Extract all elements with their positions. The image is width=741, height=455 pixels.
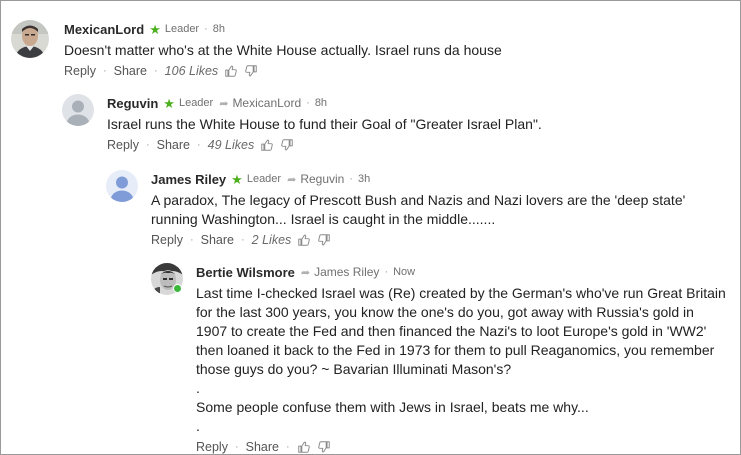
avatar[interactable] [11, 20, 49, 58]
reply-arrow-icon: ➦ [287, 173, 297, 186]
comment-text: Israel runs the White House to fund thei… [107, 115, 727, 134]
leader-badge: Leader [164, 23, 200, 35]
separator-dot: · [204, 23, 208, 35]
comment-james-riley: James Riley ★ Leader ➦ Reguvin · 3h A pa… [106, 170, 732, 250]
comment-author[interactable]: Bertie Wilsmore [196, 265, 295, 280]
comment-actions: Reply · Share · 49 Likes [107, 136, 727, 154]
comment-line: running Washington... Israel is caught i… [151, 211, 496, 227]
separator-dot: · [306, 97, 310, 109]
comment-line: . [196, 418, 200, 434]
comment-line: . [196, 380, 200, 396]
separator-dot: · [384, 266, 389, 278]
separator-dot: · [197, 139, 201, 151]
thumbs-up-icon[interactable] [224, 64, 238, 78]
comment-line: those guys do you? ~ Bavarian Illuminati… [196, 361, 512, 377]
comment-author[interactable]: Reguvin [107, 96, 158, 111]
thumbs-down-icon[interactable] [317, 440, 331, 454]
separator-dot: · [154, 65, 158, 77]
reply-arrow-icon: ➦ [300, 266, 311, 279]
separator-dot: · [241, 234, 245, 246]
avatar[interactable] [62, 94, 94, 126]
separator-dot: · [145, 139, 150, 151]
thumbs-down-icon[interactable] [280, 138, 294, 152]
likes-count[interactable]: 49 Likes [208, 138, 255, 152]
comment-line: then loaned it back to the Fed in 1973 f… [196, 342, 715, 358]
comment-line: 1907 to create the Fed and then financed… [196, 323, 707, 339]
comment-reguvin: Reguvin ★ Leader ➦ MexicanLord · 8h Isra… [62, 94, 732, 158]
comment-line: Some people confuse them with Jews in Is… [196, 399, 589, 415]
reply-to-link[interactable]: MexicanLord [232, 96, 301, 110]
reply-button[interactable]: Reply [107, 138, 139, 152]
likes-count[interactable]: 2 Likes [252, 233, 292, 247]
comment-line: Doesn't matter who's at the White House … [64, 42, 502, 58]
comment-time[interactable]: 3h [358, 173, 370, 185]
share-button[interactable]: Share [157, 138, 190, 152]
reply-button[interactable]: Reply [196, 440, 228, 454]
separator-dot: · [102, 65, 107, 77]
star-icon: ★ [149, 21, 161, 37]
share-button[interactable]: Share [201, 233, 234, 247]
comment-actions: Reply · Share · 106 Likes [64, 62, 724, 80]
comment-text: Last time I-checked Israel was (Re) crea… [196, 284, 731, 436]
comment-time[interactable]: Now [393, 266, 415, 278]
online-status-dot [173, 284, 182, 293]
star-icon: ★ [163, 95, 175, 111]
reply-to-link[interactable]: James Riley [314, 265, 379, 279]
share-button[interactable]: Share [114, 64, 147, 78]
comment-time[interactable]: 8h [213, 23, 225, 35]
comment-author[interactable]: MexicanLord [64, 22, 144, 37]
reply-button[interactable]: Reply [64, 64, 96, 78]
thumbs-up-icon[interactable] [297, 440, 311, 454]
thumbs-down-icon[interactable] [244, 64, 258, 78]
reply-to-link[interactable]: Reguvin [300, 172, 344, 186]
separator-dot: · [286, 441, 290, 453]
thumbs-down-icon[interactable] [317, 233, 331, 247]
comment-bertie-wilsmore: Bertie Wilsmore ➦ James Riley · Now Last… [151, 263, 732, 454]
share-button[interactable]: Share [246, 440, 279, 454]
comment-line: A paradox, The legacy of Prescott Bush a… [151, 192, 686, 208]
thumbs-up-icon[interactable] [260, 138, 274, 152]
comment-time[interactable]: 8h [315, 97, 327, 109]
comment-text: A paradox, The legacy of Prescott Bush a… [151, 191, 731, 229]
comment-line: Last time I-checked Israel was (Re) crea… [196, 285, 726, 301]
separator-dot: · [189, 234, 194, 246]
comment-line: Israel runs the White House to fund thei… [107, 116, 542, 132]
reply-button[interactable]: Reply [151, 233, 183, 247]
comment-line: for the last 300 years, you know the one… [196, 304, 694, 320]
comment-thread: MexicanLord ★ Leader · 8h Doesn't matter… [0, 0, 741, 455]
comment-actions: Reply · Share · [196, 438, 731, 454]
comment-actions: Reply · Share · 2 Likes [151, 231, 731, 249]
comment-author[interactable]: James Riley [151, 172, 226, 187]
star-icon: ★ [231, 171, 243, 187]
thumbs-up-icon[interactable] [297, 233, 311, 247]
leader-badge: Leader [178, 97, 214, 109]
comment-text: Doesn't matter who's at the White House … [64, 41, 724, 60]
separator-dot: · [234, 441, 239, 453]
leader-badge: Leader [246, 173, 282, 185]
separator-dot: · [349, 173, 354, 185]
comment-mexicanlord: MexicanLord ★ Leader · 8h Doesn't matter… [11, 20, 731, 84]
avatar[interactable] [106, 170, 138, 202]
reply-arrow-icon: ➦ [219, 97, 229, 110]
likes-count[interactable]: 106 Likes [165, 64, 219, 78]
